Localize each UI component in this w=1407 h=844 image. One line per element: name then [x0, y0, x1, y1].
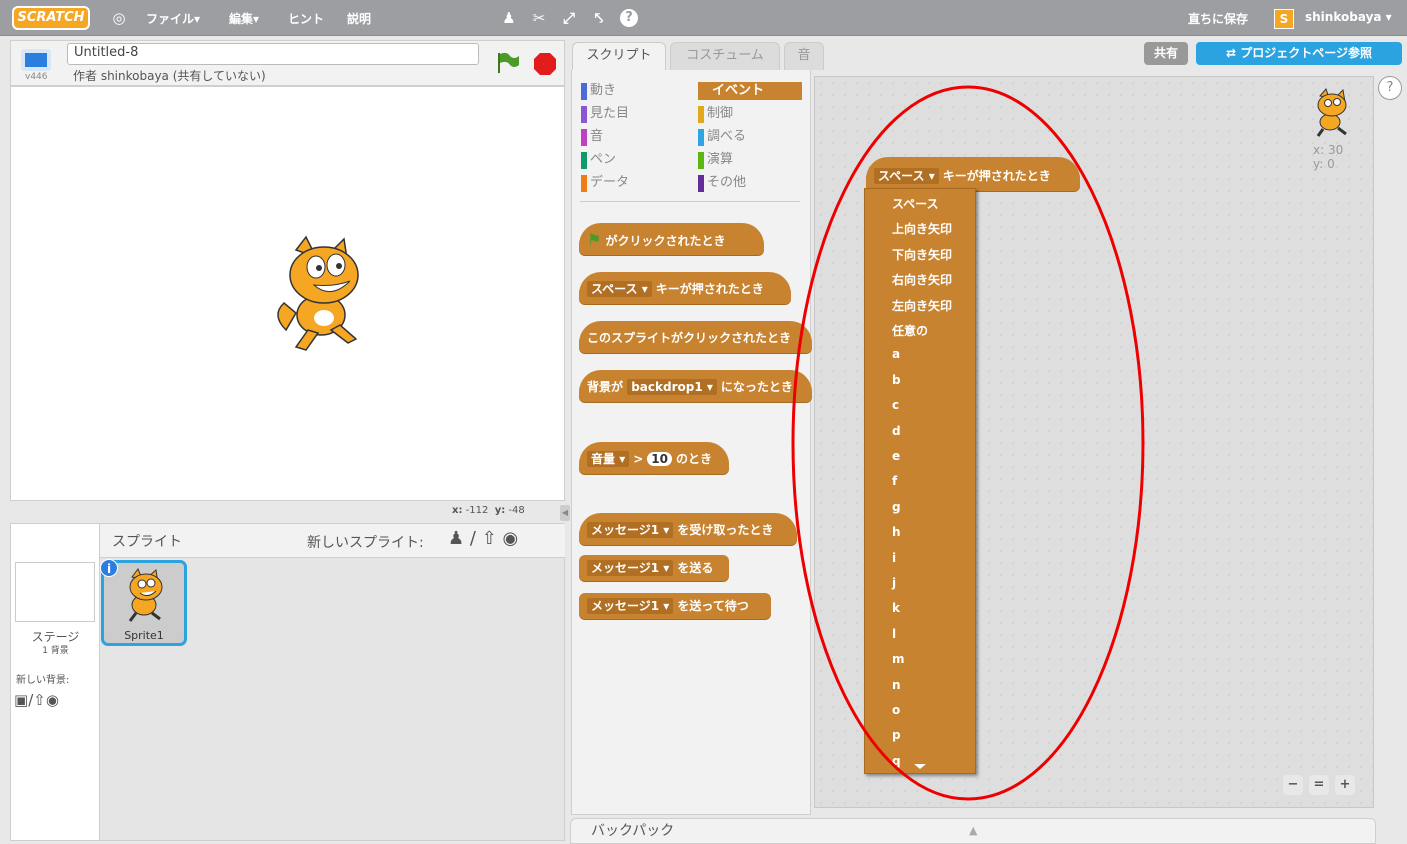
- edit-menu[interactable]: 編集▾: [229, 10, 259, 27]
- help-icon[interactable]: ?: [1378, 76, 1402, 100]
- zoom-reset-icon[interactable]: =: [1309, 775, 1329, 795]
- category-sound[interactable]: 音: [581, 128, 603, 146]
- block-palette: 動き 見た目 音 ペン データ イベント 制御 調べる 演算 その他 ⚑ がクリ…: [571, 70, 812, 815]
- sprite-library-icon[interactable]: ♟: [448, 528, 464, 549]
- green-flag-icon: ⚑: [587, 230, 602, 249]
- when-sprite-clicked-block[interactable]: このスプライトがクリックされたとき: [579, 321, 812, 353]
- broadcast-and-wait-block[interactable]: メッセージ1 ▾ を送って待つ: [579, 593, 771, 619]
- category-data[interactable]: データ: [581, 174, 629, 192]
- presentation-mode-icon[interactable]: [21, 49, 51, 71]
- user-avatar[interactable]: S: [1274, 9, 1294, 29]
- grow-icon[interactable]: ⤢: [560, 9, 578, 27]
- message-dropdown[interactable]: メッセージ1 ▾: [587, 522, 674, 538]
- new-sprite-label: 新しいスプライト:: [307, 535, 424, 551]
- sync-icon: ⇄: [1225, 46, 1237, 60]
- when-loudness-block[interactable]: 音量 ▾ >10 のとき: [579, 442, 729, 474]
- paint-library-icon[interactable]: ▣: [14, 691, 28, 709]
- category-looks[interactable]: 見た目: [581, 105, 629, 123]
- globe-icon[interactable]: ◎: [110, 9, 128, 27]
- category-operators[interactable]: 演算: [698, 151, 733, 169]
- category-motion[interactable]: 動き: [581, 82, 616, 100]
- help-icon[interactable]: ?: [620, 9, 638, 27]
- when-backdrop-switches-block[interactable]: 背景が backdrop1 ▾ になったとき: [579, 370, 812, 402]
- palette-divider: [580, 201, 800, 202]
- delete-scissors-icon[interactable]: ✂: [530, 9, 548, 27]
- project-title-input[interactable]: Untitled-8: [67, 43, 479, 65]
- annotation-red-ellipse: [791, 85, 1145, 801]
- stage-column: ステージ 1 背景 新しい背景: ▣/⇧◉: [11, 524, 100, 840]
- collapse-arrow-icon[interactable]: ◀: [560, 505, 570, 521]
- stage-coordinates: x: -112 y: -48: [452, 505, 525, 516]
- backdrop-count: 1 背景: [42, 646, 69, 656]
- stage-thumbnail[interactable]: [15, 562, 95, 622]
- share-button[interactable]: 共有: [1144, 42, 1188, 65]
- file-menu[interactable]: ファイル▾: [146, 10, 200, 27]
- camera-icon[interactable]: ◉: [46, 691, 59, 709]
- backpack-bar[interactable]: バックパック ▲: [570, 818, 1376, 844]
- category-events[interactable]: イベント: [698, 82, 802, 100]
- sprite-panel: ステージ 1 背景 新しい背景: ▣/⇧◉ スプライト 新しいスプライト: ♟ …: [10, 523, 565, 841]
- stage-canvas[interactable]: [10, 86, 565, 501]
- camera-icon[interactable]: ◉: [503, 528, 519, 549]
- current-sprite-cat-icon: [1316, 88, 1347, 137]
- author-label: 作者 shinkobaya (共有していない): [73, 69, 266, 83]
- sprite1-name: Sprite1: [124, 629, 164, 642]
- broadcast-block[interactable]: メッセージ1 ▾ を送る: [579, 555, 729, 581]
- tips-menu[interactable]: ヒント: [288, 10, 324, 27]
- tab-scripts[interactable]: スクリプト: [572, 42, 666, 70]
- backdrop-dropdown[interactable]: backdrop1 ▾: [627, 379, 717, 395]
- category-more-blocks[interactable]: その他: [698, 174, 746, 192]
- version-label: v446: [25, 72, 48, 82]
- key-dropdown[interactable]: スペース ▾: [587, 281, 652, 297]
- user-menu[interactable]: shinkobaya ▾: [1305, 10, 1392, 24]
- new-backdrop-tools: ▣/⇧◉: [14, 691, 59, 709]
- sprite-position-readout: x: 30 y: 0: [1313, 143, 1344, 171]
- category-control[interactable]: 制御: [698, 105, 733, 123]
- tab-costumes[interactable]: コスチューム: [670, 42, 780, 70]
- duplicate-stamp-icon[interactable]: ♟: [500, 9, 518, 27]
- message-dropdown[interactable]: メッセージ1 ▾: [587, 598, 674, 614]
- category-pen[interactable]: ペン: [581, 151, 616, 169]
- sprite1-tile[interactable]: i Sprite1: [100, 559, 187, 646]
- about-menu[interactable]: 説明: [347, 10, 371, 27]
- zoom-in-icon[interactable]: +: [1335, 775, 1355, 795]
- zoom-out-icon[interactable]: −: [1283, 775, 1303, 795]
- paint-brush-icon[interactable]: /: [470, 528, 476, 549]
- cat-sprite[interactable]: [266, 235, 381, 355]
- cat-thumbnail: [128, 567, 163, 622]
- scratch-logo[interactable]: SCRATCH: [12, 6, 90, 30]
- new-backdrop-label: 新しい背景:: [16, 675, 70, 686]
- menu-bar: SCRATCH ◎ ファイル▾ 編集▾ ヒント 説明 ♟ ✂ ⤢ ⤣ ? 直ちに…: [0, 0, 1407, 36]
- info-icon[interactable]: i: [100, 559, 118, 577]
- loudness-value-input[interactable]: 10: [647, 452, 672, 466]
- upload-icon[interactable]: ⇧: [482, 528, 497, 549]
- message-dropdown[interactable]: メッセージ1 ▾: [587, 560, 674, 576]
- expand-arrow-icon[interactable]: ▲: [969, 819, 977, 843]
- when-flag-clicked-block[interactable]: ⚑ がクリックされたとき: [579, 223, 764, 255]
- when-key-pressed-block[interactable]: スペース ▾ キーが押されたとき: [579, 272, 791, 304]
- stage-header: v446 Untitled-8 作者 shinkobaya (共有していない): [10, 40, 565, 86]
- see-project-page-button[interactable]: ⇄ プロジェクトページ参照: [1196, 42, 1402, 65]
- upload-icon[interactable]: ⇧: [33, 691, 46, 709]
- sprites-title: スプライト: [112, 534, 182, 550]
- shrink-icon[interactable]: ⤣: [590, 9, 608, 27]
- stop-sign-icon[interactable]: [533, 52, 557, 76]
- new-sprite-tools: ♟ / ⇧ ◉: [448, 528, 518, 549]
- loudness-dropdown[interactable]: 音量 ▾: [587, 451, 630, 467]
- tab-sounds[interactable]: 音: [784, 42, 824, 70]
- save-now-button[interactable]: 直ちに保存: [1188, 10, 1248, 27]
- category-sensing[interactable]: 調べる: [698, 128, 746, 146]
- when-receive-block[interactable]: メッセージ1 ▾ を受け取ったとき: [579, 513, 797, 545]
- green-flag-icon[interactable]: [495, 51, 521, 75]
- sprite-header: スプライト 新しいスプライト: ♟ / ⇧ ◉: [100, 524, 565, 558]
